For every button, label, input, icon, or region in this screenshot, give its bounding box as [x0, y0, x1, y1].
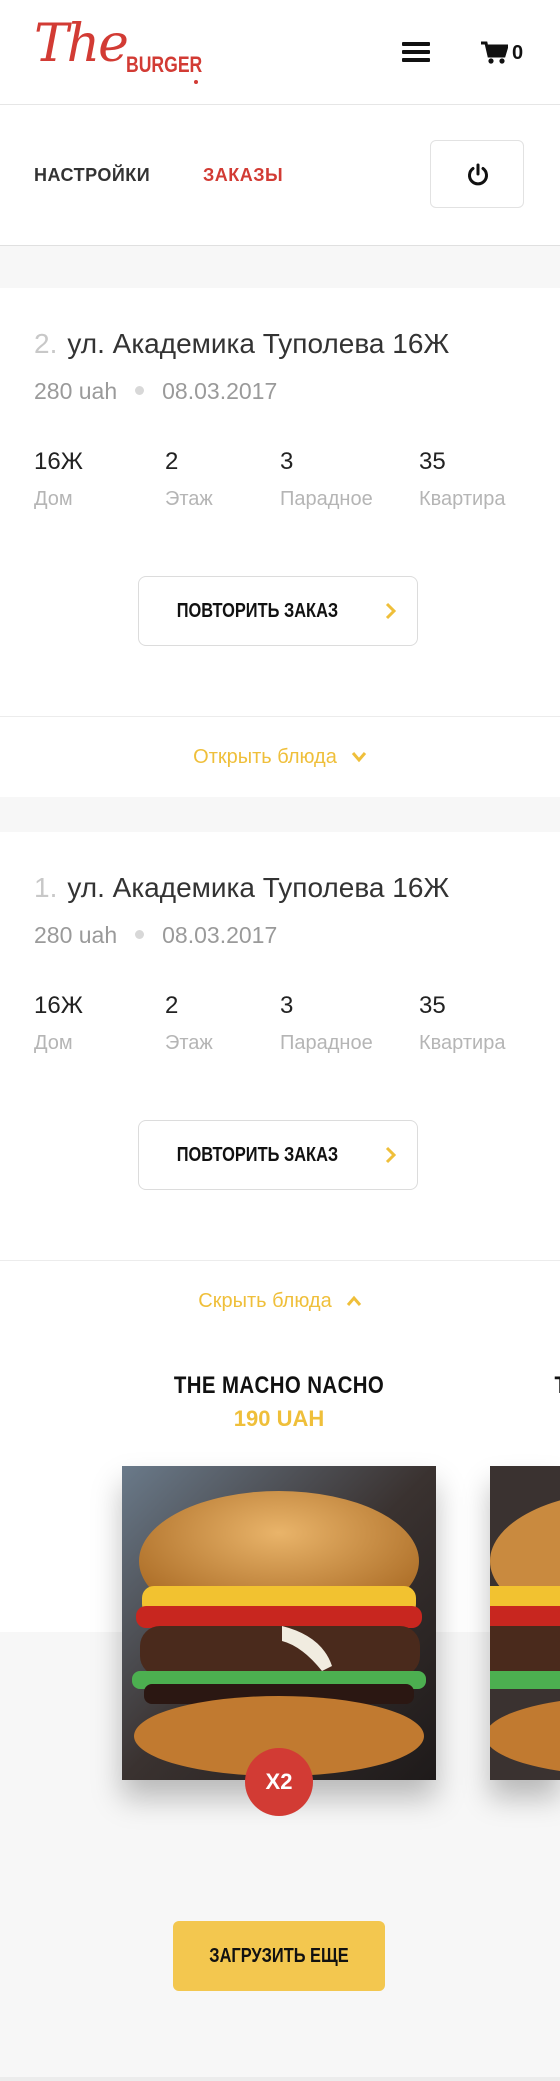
order-price: 280 uah [34, 922, 118, 948]
repeat-order-button[interactable]: ПОВТОРИТЬ ЗАКАЗ [138, 1120, 418, 1190]
dish-price: 190 UAH [233, 1406, 325, 1431]
chevron-down-icon [351, 752, 366, 763]
dish-name: T [555, 1372, 560, 1400]
detail-label: Этаж [165, 488, 213, 510]
tab-settings[interactable]: НАСТРОЙКИ [34, 165, 150, 186]
order-address-line: 1. ул. Академика Туполева 16Ж [34, 872, 449, 904]
detail-label: Парадное [280, 1032, 373, 1054]
dish-card[interactable]: THE MACHO NACHO 190 UAH [122, 1372, 436, 1432]
detail-label: Этаж [165, 1032, 213, 1054]
order-price: 280 uah [34, 378, 118, 404]
chevron-right-icon [386, 1146, 397, 1164]
detail-label: Парадное [280, 488, 373, 510]
shopping-cart-icon [481, 41, 508, 64]
cart-button[interactable]: 0 [480, 38, 530, 68]
order-address: ул. Академика Туполева 16Ж [67, 872, 450, 903]
logo-script: The [34, 14, 129, 74]
detail-value: 16Ж [34, 448, 83, 475]
logo-dot [194, 80, 198, 84]
detail-value: 35 [419, 448, 446, 475]
toggle-label: Открыть блюда [193, 745, 337, 768]
detail-value: 16Ж [34, 992, 83, 1019]
detail-value: 35 [419, 992, 446, 1019]
power-icon [468, 163, 488, 186]
order-date: 08.03.2017 [162, 378, 278, 404]
tab-orders[interactable]: ЗАКАЗЫ [203, 165, 283, 186]
order-meta: 280 uah 08.03.2017 [34, 922, 277, 949]
order-card: 2. ул. Академика Туполева 16Ж 280 uah 08.0… [0, 288, 560, 797]
order-number: 2. [34, 328, 58, 359]
repeat-order-button[interactable]: ПОВТОРИТЬ ЗАКАЗ [138, 576, 418, 646]
burger-photo [122, 1466, 436, 1780]
detail-label: Дом [34, 488, 73, 510]
logout-button[interactable] [430, 140, 524, 208]
detail-floor: 2 Этаж [165, 992, 213, 1055]
burger-photo-partial [490, 1466, 560, 1780]
order-meta: 280 uah 08.03.2017 [34, 378, 277, 405]
logo-brand: BURGER [126, 52, 203, 77]
order-date: 08.03.2017 [162, 922, 278, 948]
quantity-badge: X2 [245, 1748, 313, 1816]
detail-label: Дом [34, 1032, 73, 1054]
repeat-order-label: ПОВТОРИТЬ ЗАКАЗ [176, 1143, 338, 1166]
detail-value: 2 [165, 448, 179, 475]
order-address-line: 2. ул. Академика Туполева 16Ж [34, 328, 449, 360]
cart-count: 0 [512, 41, 524, 64]
dish-card-partial[interactable]: T [550, 1372, 560, 1400]
separator-dot [135, 386, 145, 396]
detail-entrance: 3 Парадное [280, 448, 373, 511]
chevron-right-icon [386, 602, 397, 620]
show-dishes-toggle[interactable]: Открыть блюда [0, 716, 560, 797]
repeat-order-label: ПОВТОРИТЬ ЗАКАЗ [176, 599, 338, 622]
account-tabs-bar: НАСТРОЙКИ ЗАКАЗЫ [0, 105, 560, 246]
detail-house: 16Ж Дом [34, 992, 83, 1055]
site-header: The BURGER 0 [0, 0, 560, 105]
menu-icon[interactable] [402, 42, 430, 62]
separator-dot [135, 930, 145, 940]
detail-house: 16Ж Дом [34, 448, 83, 511]
detail-label: Квартира [419, 488, 506, 510]
hide-dishes-toggle[interactable]: Скрыть блюда [0, 1260, 560, 1341]
dish-name: THE MACHO NACHO [173, 1372, 385, 1399]
detail-value: 3 [280, 992, 294, 1019]
detail-apartment: 35 Квартира [419, 448, 505, 511]
detail-floor: 2 Этаж [165, 448, 213, 511]
detail-label: Квартира [419, 1032, 506, 1054]
load-more-label: ЗАГРУЗИТЬ ЕЩЕ [209, 1944, 349, 1967]
toggle-label: Скрыть блюда [198, 1289, 332, 1312]
detail-value: 3 [280, 448, 294, 475]
the-burger-logo[interactable]: The BURGER [34, 18, 204, 88]
load-more-button[interactable]: ЗАГРУЗИТЬ ЕЩЕ [173, 1921, 385, 1991]
footer-divider [0, 2077, 560, 2081]
chevron-up-icon [346, 1295, 361, 1306]
detail-value: 2 [165, 992, 179, 1019]
detail-entrance: 3 Парадное [280, 992, 373, 1055]
order-address: ул. Академика Туполева 16Ж [67, 328, 450, 359]
detail-apartment: 35 Квартира [419, 992, 505, 1055]
order-number: 1. [34, 872, 58, 903]
